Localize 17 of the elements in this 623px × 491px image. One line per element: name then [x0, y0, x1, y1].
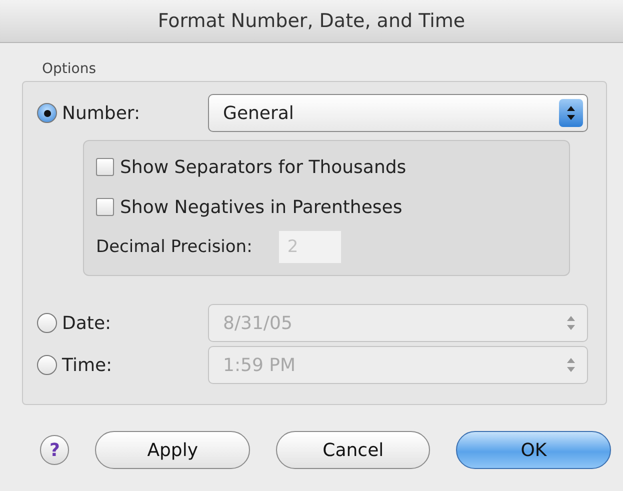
checkbox-label: Show Negatives in Parentheses [120, 196, 402, 218]
default-button[interactable]: OK [456, 431, 612, 469]
checkbox[interactable] [96, 198, 114, 216]
radio-label: Number: [62, 102, 140, 124]
precision-label: Decimal Precision: [96, 237, 252, 257]
dialog-button[interactable]: Cancel [276, 431, 430, 469]
radio-label: Time: [62, 354, 112, 376]
help-button[interactable]: ? [40, 435, 70, 465]
window-title: Format Number, Date, and Time [158, 10, 466, 32]
checkbox-label: Show Separators for Thousands [120, 156, 406, 178]
up-down-arrows-icon [559, 99, 583, 127]
checkbox[interactable] [96, 158, 114, 176]
radio-label: Date: [62, 312, 112, 334]
format-popup[interactable]: General [208, 94, 588, 132]
dialog-button[interactable]: Apply [95, 431, 250, 469]
radio-button[interactable] [37, 103, 57, 123]
options-label: Options [42, 61, 96, 77]
